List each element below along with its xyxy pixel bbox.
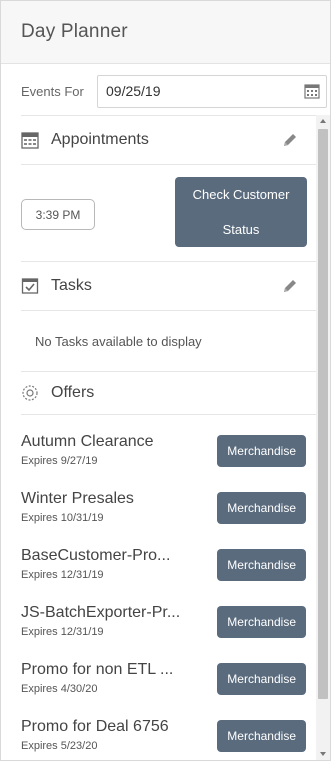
appointments-label: Appointments [51, 131, 149, 148]
tasks-header: Tasks [21, 261, 316, 311]
merchandise-button[interactable]: Merchandise [217, 549, 306, 581]
scroll-up-icon[interactable] [320, 119, 326, 123]
checkbox-icon [21, 277, 39, 295]
scrollbar-thumb[interactable] [318, 129, 328, 699]
offer-name[interactable]: Winter Presales [21, 490, 134, 508]
offer-expires: Expires 10/31/19 [21, 512, 104, 524]
offer-item: Winter Presales Expires 10/31/19 Merchan… [21, 490, 316, 547]
offer-name[interactable]: Autumn Clearance [21, 433, 154, 451]
offers-label: Offers [51, 384, 95, 401]
date-field[interactable]: 09/25/19 [97, 74, 327, 108]
merchandise-button[interactable]: Merchandise [217, 492, 306, 524]
offers-header: Offers [21, 372, 316, 415]
events-for-label: Events For [21, 83, 84, 99]
offer-expires: Expires 5/23/20 [21, 740, 98, 752]
offer-expires: Expires 12/31/19 [21, 626, 104, 638]
offer-expires: Expires 4/30/20 [21, 683, 98, 695]
offer-name[interactable]: BaseCustomer-Pro... [21, 547, 170, 565]
scroll-down-icon[interactable] [320, 752, 326, 756]
calendar-icon [21, 131, 39, 149]
pencil-icon[interactable] [280, 130, 300, 150]
vertical-scrollbar[interactable] [316, 115, 330, 760]
offer-expires: Expires 12/31/19 [21, 569, 104, 581]
check-customer-status-button[interactable]: Check Customer Status [175, 177, 307, 247]
date-value[interactable]: 09/25/19 [106, 83, 161, 99]
offer-item: Promo for non ETL ... Expires 4/30/20 Me… [21, 661, 316, 718]
day-planner-panel: Day Planner Events For 09/25/19 Appointm… [0, 0, 331, 761]
offer-name[interactable]: Promo for non ETL ... [21, 661, 173, 679]
appointment-time-chip[interactable]: 3:39 PM [21, 199, 95, 230]
planner-scroll-area: Appointments 3:39 PM Check Customer Stat… [21, 115, 316, 760]
merchandise-button[interactable]: Merchandise [217, 663, 306, 695]
offer-item: Promo for Deal 6756 Expires 5/23/20 Merc… [21, 718, 316, 760]
calendar-icon[interactable] [304, 83, 320, 99]
panel-title: Day Planner [21, 21, 128, 42]
offer-item: BaseCustomer-Pro... Expires 12/31/19 Mer… [21, 547, 316, 604]
tasks-empty-message: No Tasks available to display [21, 311, 316, 372]
events-for-row: Events For 09/25/19 [21, 73, 331, 109]
tasks-label: Tasks [51, 277, 92, 294]
merchandise-button[interactable]: Merchandise [217, 606, 306, 638]
offers-list: Autumn Clearance Expires 9/27/19 Merchan… [21, 415, 316, 760]
check-button-line2: Status [222, 222, 260, 237]
offer-item: Autumn Clearance Expires 9/27/19 Merchan… [21, 433, 316, 490]
offer-name[interactable]: Promo for Deal 6756 [21, 718, 169, 736]
gear-badge-icon [21, 384, 39, 402]
pencil-icon[interactable] [280, 276, 300, 296]
offer-expires: Expires 9/27/19 [21, 455, 98, 467]
offer-item: JS-BatchExporter-Pr... Expires 12/31/19 … [21, 604, 316, 661]
panel-header: Day Planner [1, 1, 330, 64]
appointments-body: 3:39 PM Check Customer Status [21, 165, 316, 261]
check-button-line1: Check Customer [192, 187, 290, 202]
appointments-header: Appointments [21, 115, 316, 165]
merchandise-button[interactable]: Merchandise [217, 435, 306, 467]
offer-name[interactable]: JS-BatchExporter-Pr... [21, 604, 180, 622]
merchandise-button[interactable]: Merchandise [217, 720, 306, 752]
